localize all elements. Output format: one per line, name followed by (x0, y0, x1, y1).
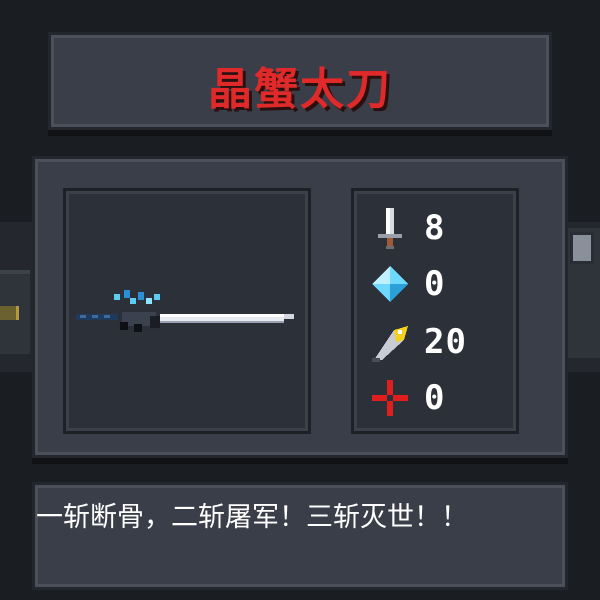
stat-row-inaccuracy: 0 (368, 376, 508, 420)
dungeon-pillar (570, 232, 594, 264)
red-cross-icon (372, 380, 408, 416)
stat-row-energy: 0 (368, 262, 508, 306)
crit-feather-icon (372, 326, 408, 362)
dropped-item-sprite (0, 306, 19, 320)
weapon-title-panel: 晶蟹太刀 (48, 32, 552, 130)
stat-value-inaccuracy: 0 (424, 378, 446, 418)
stat-row-critical: 20 (368, 320, 508, 364)
stat-row-damage: 8 (368, 206, 508, 250)
weapon-name: 晶蟹太刀 (208, 64, 392, 115)
crystal-crab-katana-sprite (76, 290, 294, 332)
sword-icon (378, 208, 402, 249)
stat-value-damage: 8 (424, 208, 446, 248)
stat-value-critical: 20 (424, 322, 467, 362)
stat-value-energy: 0 (424, 264, 446, 304)
weapon-description-panel (32, 482, 568, 590)
weapon-description: 一斩断骨，二斩屠军！三斩灭世！！ (36, 502, 468, 533)
energy-crystal-icon (372, 266, 408, 302)
